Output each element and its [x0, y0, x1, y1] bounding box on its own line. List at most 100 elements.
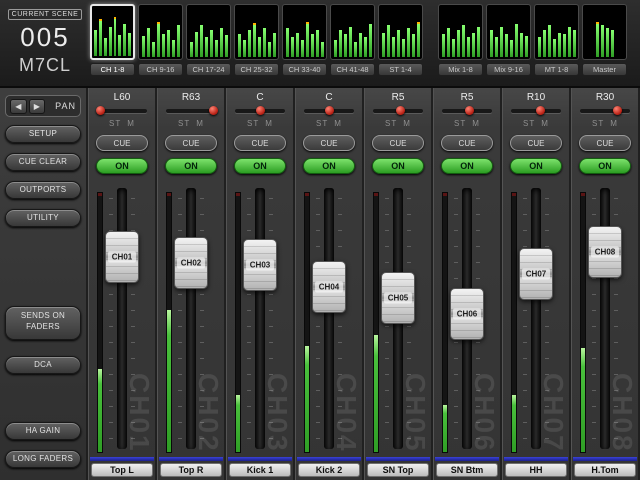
meter-bar: [344, 34, 347, 57]
pan-slider[interactable]: [511, 105, 561, 117]
meter-tab-mt-1-8[interactable]: MT 1-8: [534, 4, 579, 84]
cue-button[interactable]: CUE: [372, 135, 424, 151]
level-meter-fill: [512, 395, 516, 452]
channel-name[interactable]: Kick 1: [229, 463, 291, 477]
clip-indicator: [236, 193, 240, 196]
clip-indicator: [305, 193, 309, 196]
fader-cap[interactable]: CH04: [312, 261, 346, 313]
meter-bar: [205, 37, 208, 57]
fader-cap[interactable]: CH01: [105, 231, 139, 283]
fader-zone: CH05CH05: [365, 182, 431, 455]
on-button[interactable]: ON: [303, 158, 355, 174]
meter-tab-st-1-4[interactable]: ST 1-4: [378, 4, 423, 84]
meter-bar: [263, 28, 266, 57]
fader-cap[interactable]: CH06: [450, 288, 484, 340]
fader-cap[interactable]: CH07: [519, 248, 553, 300]
cue-button[interactable]: CUE: [165, 135, 217, 151]
meter-tab-ch-33-40[interactable]: CH 33-40: [282, 4, 327, 84]
pan-knob[interactable]: [325, 106, 334, 115]
on-button[interactable]: ON: [441, 158, 493, 174]
meter-tab-ch-17-24[interactable]: CH 17-24: [186, 4, 231, 84]
pan-knob[interactable]: [536, 106, 545, 115]
pan-knob[interactable]: [96, 106, 105, 115]
meter-bar: [477, 27, 480, 57]
stereo-assign-label: ST: [385, 119, 397, 128]
pan-slider[interactable]: [373, 105, 423, 117]
meter-bar: [490, 30, 493, 57]
tab-meter-display: [378, 4, 423, 60]
meter-tab-ch-25-32[interactable]: CH 25-32: [234, 4, 279, 84]
channel-number-watermark: CH02: [192, 373, 224, 453]
long-faders-button[interactable]: LONG FADERS: [5, 450, 81, 468]
meter-tab-master[interactable]: Master: [582, 4, 627, 84]
cue-button[interactable]: CUE: [96, 135, 148, 151]
cue-button[interactable]: CUE: [303, 135, 355, 151]
pan-knob[interactable]: [209, 106, 218, 115]
tab-label: MT 1-8: [534, 63, 579, 76]
on-button[interactable]: ON: [372, 158, 424, 174]
pan-slider[interactable]: [304, 105, 354, 117]
pan-prev-button[interactable]: ◀: [10, 99, 27, 114]
meter-tab-mix-1-8[interactable]: Mix 1-8: [438, 4, 483, 84]
channel-name[interactable]: HH: [505, 463, 567, 477]
pan-knob[interactable]: [256, 106, 265, 115]
level-meter-fill: [236, 395, 240, 452]
meter-bar: [563, 34, 566, 57]
outports-button[interactable]: OUTPORTS: [5, 181, 81, 199]
fader-cap-label: CH01: [108, 252, 136, 263]
meter-tab-ch-41-48[interactable]: CH 41-48: [330, 4, 375, 84]
pan-slider[interactable]: [235, 105, 285, 117]
dca-button[interactable]: DCA: [5, 356, 81, 374]
meter-bar: [128, 33, 131, 57]
meter-bar: [157, 22, 160, 57]
fader-cap[interactable]: CH02: [174, 237, 208, 289]
pan-slider[interactable]: [580, 105, 630, 117]
tab-meter-display: [138, 4, 183, 60]
tab-meter-display: [534, 4, 579, 60]
fader-cap[interactable]: CH08: [588, 226, 622, 278]
pan-slider[interactable]: [166, 105, 216, 117]
channel-name[interactable]: H.Tom: [574, 463, 636, 477]
on-button[interactable]: ON: [96, 158, 148, 174]
fader-cap-label: CH02: [177, 257, 205, 268]
meter-tab-ch-9-16[interactable]: CH 9-16: [138, 4, 183, 84]
ha-gain-button[interactable]: HA GAIN: [5, 422, 81, 440]
on-button[interactable]: ON: [234, 158, 286, 174]
fader-cap[interactable]: CH05: [381, 272, 415, 324]
meter-bar: [200, 25, 203, 57]
cue-button[interactable]: CUE: [441, 135, 493, 151]
pan-knob[interactable]: [396, 106, 405, 115]
meter-bar: [462, 25, 465, 57]
cue-button[interactable]: CUE: [510, 135, 562, 151]
channel-name[interactable]: Top L: [91, 463, 153, 477]
meter-bar: [210, 30, 213, 57]
meter-bar: [258, 37, 261, 57]
channel-name[interactable]: Top R: [160, 463, 222, 477]
cue-button[interactable]: CUE: [579, 135, 631, 151]
pan-slider[interactable]: [442, 105, 492, 117]
pan-next-button[interactable]: ▶: [29, 99, 46, 114]
on-button[interactable]: ON: [165, 158, 217, 174]
setup-button[interactable]: SETUP: [5, 125, 81, 143]
on-button[interactable]: ON: [579, 158, 631, 174]
fader-cap[interactable]: CH03: [243, 239, 277, 291]
meter-tab-mix-9-16[interactable]: Mix 9-16: [486, 4, 531, 84]
sends-on-faders-button[interactable]: SENDS ON FADERS: [5, 306, 81, 340]
pan-knob[interactable]: [613, 106, 622, 115]
level-meter: [235, 192, 241, 453]
meter-bar: [195, 32, 198, 57]
pan-slider[interactable]: [97, 105, 147, 117]
meter-tab-ch-1-8[interactable]: CH 1-8: [90, 4, 135, 84]
fader-cap-label: CH04: [315, 282, 343, 293]
cue-clear-button[interactable]: CUE CLEAR: [5, 153, 81, 171]
cue-button[interactable]: CUE: [234, 135, 286, 151]
fader-zone: CH01CH01: [89, 182, 155, 455]
scene-panel[interactable]: CURRENT SCENE 005 M7CL: [2, 3, 88, 85]
channel-name[interactable]: SN Top: [367, 463, 429, 477]
channel-name[interactable]: SN Btm: [436, 463, 498, 477]
utility-button[interactable]: UTILITY: [5, 209, 81, 227]
pan-knob[interactable]: [465, 106, 474, 115]
on-button[interactable]: ON: [510, 158, 562, 174]
channel-name[interactable]: Kick 2: [298, 463, 360, 477]
level-meter: [442, 192, 448, 453]
